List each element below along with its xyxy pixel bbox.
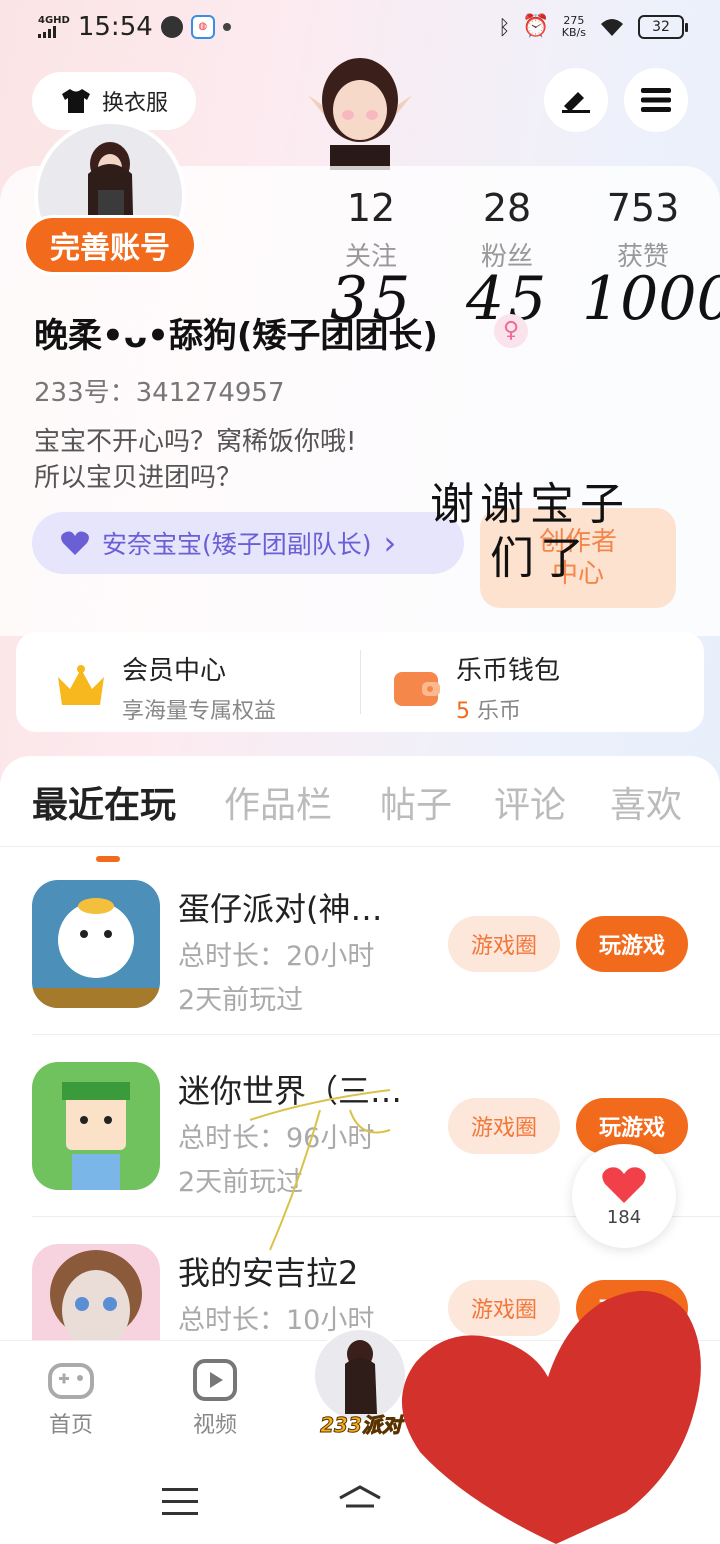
game-icon-eggy-party[interactable]	[32, 880, 160, 1008]
group-label: 安奈宝宝(矮子团副队长)	[102, 530, 372, 559]
red-heart-sticker	[401, 1290, 701, 1544]
chevron-right-icon: ›	[383, 524, 397, 562]
followers-count: 28	[482, 186, 532, 230]
group-badge[interactable]: 安奈宝宝(矮子团副队长) ›	[32, 512, 464, 574]
gamepad-icon	[48, 1363, 94, 1399]
clock: 15:54	[77, 12, 153, 42]
like-floating-button[interactable]: 184	[572, 1144, 676, 1248]
following-count: 12	[346, 186, 396, 230]
game-row[interactable]: 蛋仔派对(神… 总时长：20小时 2天前玩过 游戏圈 玩游戏	[0, 880, 720, 1060]
content-panel: 最近在玩 作品栏 帖子 评论 喜欢 蛋仔派对(神… 总时长：20小时 2天前玩过…	[0, 756, 720, 1372]
edit-profile-button[interactable]	[544, 68, 608, 132]
following-stat[interactable]: 12 关注	[316, 186, 426, 273]
handwritten-note: 谢谢宝子 们了	[430, 479, 630, 584]
game-circle-button[interactable]: 游戏圈	[448, 916, 560, 972]
network-speed: 275 KB/s	[561, 13, 586, 39]
game-icon-mini-world[interactable]	[32, 1062, 160, 1190]
tab-works[interactable]: 作品栏	[224, 776, 332, 828]
play-game-button[interactable]: 玩游戏	[576, 916, 688, 972]
app-notification-icon	[160, 16, 183, 38]
nav-video-label: 视频	[192, 1413, 237, 1438]
alarm-icon: ⏰	[522, 14, 550, 39]
tab-comments[interactable]: 评论	[494, 776, 566, 828]
heart-icon	[602, 1166, 646, 1203]
game-circle-button[interactable]: 游戏圈	[448, 1098, 560, 1154]
tab-recent-play[interactable]: 最近在玩	[32, 776, 176, 828]
likes-stat[interactable]: 753 获赞	[588, 186, 698, 273]
membership-card: 会员中心 享海量专属权益 乐币钱包 5 乐币	[16, 632, 704, 732]
bio: 宝宝不开心吗？窝稀饭你哦! 所以宝贝进团吗？	[34, 424, 356, 496]
tab-indicator	[96, 856, 120, 862]
nav-home-label: 首页	[48, 1413, 93, 1438]
battery-indicator: 32	[638, 14, 688, 39]
menu-button[interactable]	[624, 68, 688, 132]
more-notifications-dot	[222, 23, 231, 31]
network-type: 4GHD	[38, 15, 70, 26]
game-name: 蛋仔派对(神…	[178, 890, 383, 928]
bluetooth-icon: ᛒ	[498, 14, 511, 39]
vip-center[interactable]: 会员中心 享海量专属权益	[54, 650, 276, 725]
divider	[360, 650, 361, 714]
game-last-played: 2天前玩过	[178, 985, 304, 1016]
wifi-icon	[601, 18, 623, 36]
pen-icon	[562, 92, 590, 113]
bio-line-2: 所以宝贝进团吗？	[34, 463, 243, 493]
divider	[32, 1034, 720, 1035]
likes-count: 753	[606, 186, 680, 230]
party-center-label: 233派对	[320, 1413, 403, 1438]
character-avatar-figure	[308, 58, 412, 170]
divider	[0, 846, 720, 847]
vip-title: 会员中心	[122, 656, 227, 686]
complete-account-button[interactable]: 完善账号	[26, 218, 194, 272]
handwritten-likes: 1000	[582, 264, 720, 334]
like-count: 184	[606, 1206, 642, 1228]
status-bar: 4GHD 15:54 ◍ ᛒ ⏰ 275 KB/s 32	[0, 0, 720, 56]
nav-home[interactable]: 首页	[26, 1359, 116, 1439]
wallet-icon	[394, 671, 440, 706]
bio-line-1: 宝宝不开心吗？窝稀饭你哦!	[34, 427, 357, 457]
tab-posts[interactable]: 帖子	[380, 776, 452, 828]
crown-icon	[58, 664, 104, 705]
home-system-icon[interactable]	[336, 1484, 384, 1518]
signal-icon: 4GHD	[38, 16, 70, 38]
wallet-title: 乐币钱包	[456, 656, 561, 686]
game-total-time: 总时长：20小时	[178, 941, 375, 972]
app-badge-icon: ◍	[190, 15, 215, 39]
party-avatar-figure	[345, 1340, 377, 1414]
tab-bar: 最近在玩 作品栏 帖子 评论 喜欢	[0, 776, 720, 862]
tab-likes[interactable]: 喜欢	[610, 776, 682, 828]
nav-video[interactable]: 视频	[170, 1359, 260, 1439]
recent-apps-icon[interactable]	[162, 1488, 198, 1516]
vip-subtitle: 享海量专属权益	[122, 699, 277, 724]
change-outfit-label: 换衣服	[101, 91, 168, 116]
wallet[interactable]: 乐币钱包 5 乐币	[392, 650, 560, 725]
wallet-balance: 5 乐币	[456, 699, 522, 724]
tshirt-icon	[61, 89, 90, 113]
video-play-icon	[193, 1359, 237, 1401]
female-icon: ♀	[494, 314, 528, 348]
scribble-drawing	[249, 1089, 391, 1251]
user-id[interactable]: 233号：341274957	[34, 372, 285, 409]
followers-stat[interactable]: 28 粉丝	[452, 186, 562, 273]
nickname: 晚柔•ᴗ•舔狗(矮子团团长)	[34, 316, 438, 356]
hamburger-icon	[641, 88, 671, 112]
heart-icon	[61, 531, 89, 555]
